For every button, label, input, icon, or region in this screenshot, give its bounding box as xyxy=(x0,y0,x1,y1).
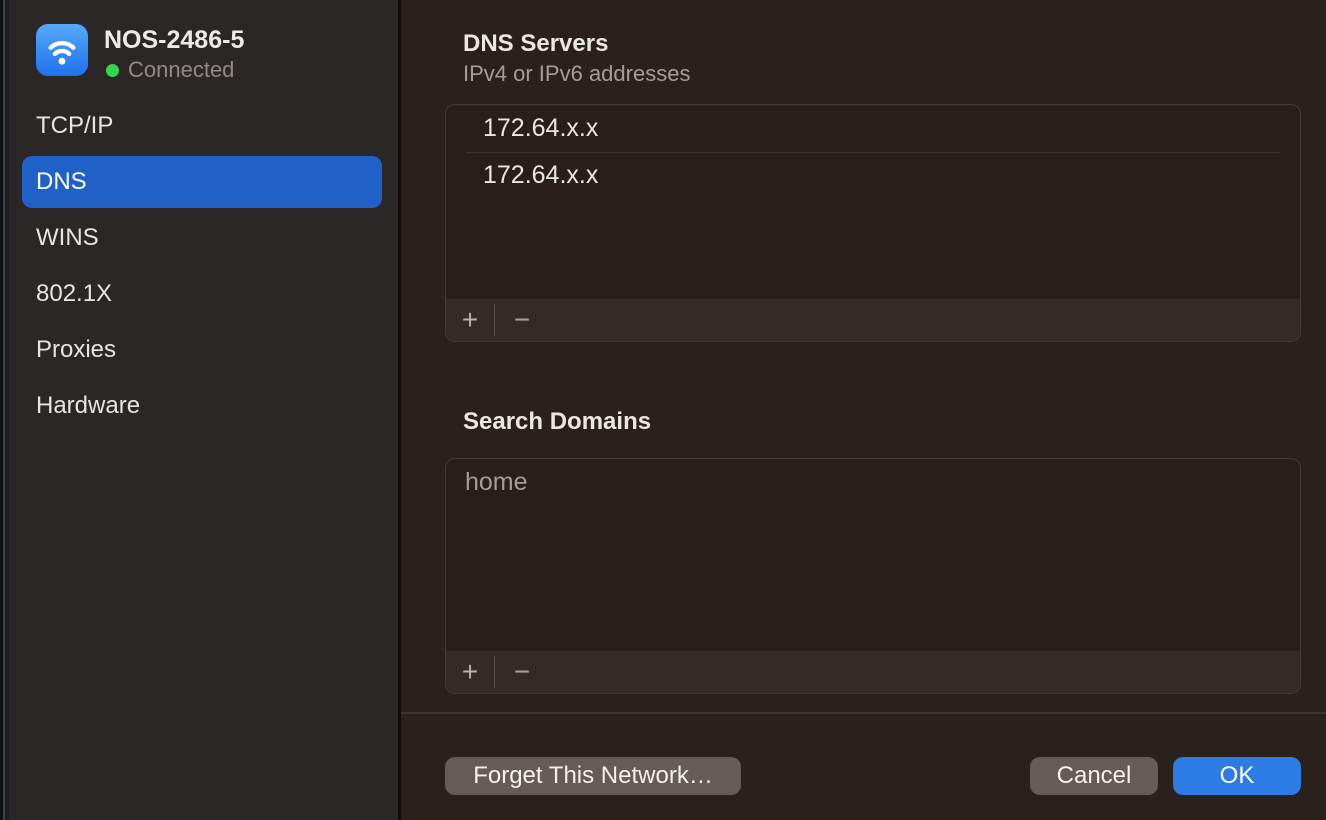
list-item[interactable]: 172.64.x.x xyxy=(446,152,1300,199)
wifi-icon xyxy=(36,24,88,76)
connected-status-dot-icon xyxy=(106,64,119,77)
search-domains-heading: Search Domains xyxy=(463,408,651,436)
sidebar-item-proxies[interactable]: Proxies xyxy=(22,324,382,376)
sidebar-nav: TCP/IPDNSWINS802.1XProxiesHardware xyxy=(22,100,382,436)
footer-divider xyxy=(401,712,1326,714)
forget-network-button[interactable]: Forget This Network… xyxy=(445,757,741,795)
dns-servers-listbox: 172.64.x.x172.64.x.x + − xyxy=(445,104,1301,342)
search-domains-listbox: home + − xyxy=(445,458,1301,694)
sidebar-item-wins[interactable]: WINS xyxy=(22,212,382,264)
content-panel: DNS Servers IPv4 or IPv6 addresses 172.6… xyxy=(401,0,1326,820)
sidebar-item-dns[interactable]: DNS xyxy=(22,156,382,208)
network-sidebar: NOS-2486-5 Connected TCP/IPDNSWINS802.1X… xyxy=(9,0,398,820)
dns-add-button[interactable]: + xyxy=(446,306,494,334)
dns-server-rows: 172.64.x.x172.64.x.x xyxy=(446,105,1300,299)
list-item[interactable]: 172.64.x.x xyxy=(446,105,1300,152)
ok-button[interactable]: OK xyxy=(1173,757,1301,795)
search-listbox-toolbar: + − xyxy=(446,650,1300,693)
search-remove-button[interactable]: − xyxy=(495,658,549,686)
network-name: NOS-2486-5 xyxy=(104,26,244,55)
search-add-button[interactable]: + xyxy=(446,658,494,686)
dns-servers-heading: DNS Servers xyxy=(463,30,608,58)
connected-status-label: Connected xyxy=(128,57,234,83)
dns-servers-subheading: IPv4 or IPv6 addresses xyxy=(463,61,690,87)
sidebar-item-tcp-ip[interactable]: TCP/IP xyxy=(22,100,382,152)
search-domain-rows: home xyxy=(446,459,1300,651)
network-status: Connected xyxy=(106,57,234,83)
cancel-button[interactable]: Cancel xyxy=(1030,757,1158,795)
sidebar-item-802-1x[interactable]: 802.1X xyxy=(22,268,382,320)
dns-listbox-toolbar: + − xyxy=(446,298,1300,341)
dns-remove-button[interactable]: − xyxy=(495,306,549,334)
sidebar-item-hardware[interactable]: Hardware xyxy=(22,380,382,432)
desktop-edge-sliver xyxy=(0,0,9,820)
list-item[interactable]: home xyxy=(446,459,1300,506)
